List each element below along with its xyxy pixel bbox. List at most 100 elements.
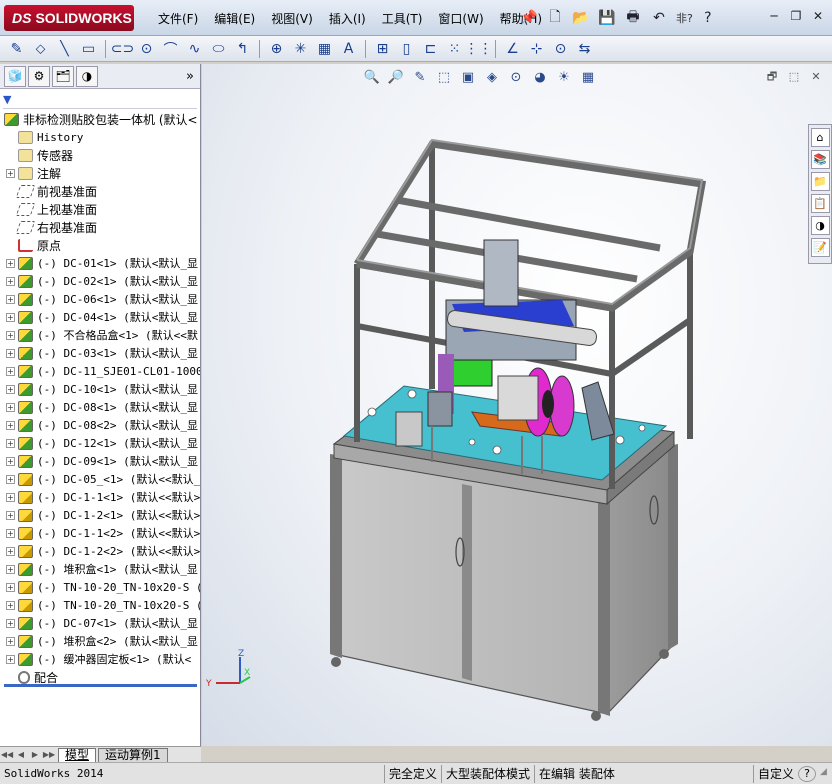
ellipse-icon[interactable]: ⬭ [208, 39, 229, 59]
repair-icon[interactable]: ⊙ [550, 39, 571, 59]
tree-item[interactable]: 上视基准面 [0, 200, 200, 218]
status-custom-units[interactable]: 自定义 [752, 764, 798, 783]
more-tabs-icon[interactable]: » [186, 69, 194, 84]
tree-item[interactable]: + (-) DC-08<1> (默认<默认_显 [0, 398, 200, 416]
relations-icon[interactable]: ⊹ [526, 39, 547, 59]
expand-icon[interactable]: + [6, 654, 15, 664]
spline-icon[interactable]: ∿ [184, 39, 205, 59]
tree-item[interactable]: + (-) DC-1-1<2> (默认<<默认> [0, 524, 200, 542]
angle-icon[interactable]: ∠ [502, 39, 523, 59]
expand-icon[interactable]: + [6, 528, 15, 538]
tree-horizontal-scrollbar[interactable] [4, 684, 197, 687]
open-folder-icon[interactable]: 📂 [570, 7, 592, 29]
smart-dimension-icon[interactable]: ✎ [6, 39, 27, 59]
centerpoint-icon[interactable]: ✳ [290, 39, 311, 59]
linear-pattern-icon[interactable]: ⋮⋮ [465, 39, 493, 59]
expand-icon[interactable]: + [6, 312, 15, 322]
undo-icon[interactable]: ↶ [648, 7, 670, 29]
status-help-icon[interactable]: ? [798, 765, 816, 782]
pattern-icon[interactable]: ⁙ [444, 39, 465, 59]
tree-item[interactable]: + (-) DC-1-2<1> (默认<<默认> [0, 506, 200, 524]
tree-item[interactable]: + (-) TN-10-20_TN-10x20-S (C [0, 596, 200, 614]
expand-icon[interactable]: + [6, 420, 15, 430]
tree-item[interactable]: + (-) DC-1-2<2> (默认<<默认> [0, 542, 200, 560]
tree-item[interactable]: + (-) DC-1-1<1> (默认<<默认> [0, 488, 200, 506]
offset-icon[interactable]: ▯ [396, 39, 417, 59]
menu-file[interactable]: 文件(F) [150, 9, 206, 29]
tree-item[interactable]: + (-) DC-07<1> (默认<默认_显 [0, 614, 200, 632]
menu-insert[interactable]: 插入(I) [321, 9, 374, 29]
minimize-button[interactable]: ─ [764, 7, 784, 25]
slot-icon[interactable]: ⊂⊃ [111, 39, 134, 59]
arc-icon[interactable]: ⌒ [160, 39, 181, 59]
line-icon[interactable]: ╲ [54, 39, 75, 59]
expand-icon[interactable]: + [6, 564, 15, 574]
prev-tab-icon[interactable]: ◀ [14, 750, 28, 762]
tree-item[interactable]: + (-) 不合格品盒<1> (默认<<默 [0, 326, 200, 344]
tree-item[interactable]: + (-) DC-03<1> (默认<默认_显 [0, 344, 200, 362]
expand-icon[interactable]: + [6, 384, 15, 394]
expand-icon[interactable]: + [6, 168, 15, 178]
print-icon[interactable]: 🖶 [622, 7, 644, 29]
grid-snap-icon[interactable]: ▦ [314, 39, 335, 59]
rectangle-icon[interactable]: ▭ [78, 39, 99, 59]
first-tab-icon[interactable]: ◀◀ [0, 750, 14, 762]
menu-tools[interactable]: 工具(T) [374, 9, 431, 29]
expand-icon[interactable]: + [6, 546, 15, 556]
expand-icon[interactable]: + [6, 330, 15, 340]
tree-item[interactable]: + (-) DC-02<1> (默认<默认_显 [0, 272, 200, 290]
expand-icon[interactable]: + [6, 402, 15, 412]
tree-root-assembly[interactable]: 非标检测贴胶包装一体机 (默认< [0, 110, 200, 128]
tree-item[interactable]: History [0, 128, 200, 146]
tree-item[interactable]: 传感器 [0, 146, 200, 164]
tree-item[interactable]: + (-) DC-01<1> (默认<默认_显 [0, 254, 200, 272]
expand-icon[interactable]: + [6, 438, 15, 448]
solidworks-logo[interactable]: DS SOLIDWORKS [4, 5, 134, 31]
filter-icon[interactable]: ▼ [3, 93, 11, 106]
next-tab-icon[interactable]: ▶ [28, 750, 42, 762]
expand-icon[interactable]: + [6, 366, 15, 376]
pin-icon[interactable]: 📌 [518, 7, 540, 29]
tree-item[interactable]: + (-) DC-09<1> (默认<默认_显 [0, 452, 200, 470]
help-icon[interactable]: ? [697, 7, 719, 29]
tree-item[interactable]: + (-) DC-08<2> (默认<默认_显 [0, 416, 200, 434]
point-icon[interactable]: ⊕ [266, 39, 287, 59]
tree-item[interactable]: 原点 [0, 236, 200, 254]
save-icon[interactable]: 💾 [596, 7, 618, 29]
menu-window[interactable]: 窗口(W) [430, 9, 491, 29]
tree-item[interactable]: + (-) DC-10<1> (默认<默认_显 [0, 380, 200, 398]
expand-icon[interactable]: + [6, 258, 15, 268]
tree-item[interactable]: + (-) 堆积盒<2> (默认<默认_显 [0, 632, 200, 650]
tree-item[interactable]: + (-) DC-11_SJE01-CL01-1000_ [0, 362, 200, 380]
configuration-manager-tab-icon[interactable]: 🗂 [52, 65, 74, 87]
expand-icon[interactable]: + [6, 294, 15, 304]
restore-button[interactable]: ❐ [786, 7, 806, 25]
eraser-icon[interactable]: ⬦ [30, 39, 51, 59]
text-icon[interactable]: A [338, 39, 359, 59]
quick-snaps-icon[interactable]: ⇆ [574, 39, 595, 59]
tree-item[interactable]: 右视基准面 [0, 218, 200, 236]
tree-item[interactable]: + (-) DC-04<1> (默认<默认_显 [0, 308, 200, 326]
tree-filter[interactable]: ▼ [3, 91, 197, 109]
expand-icon[interactable]: + [6, 492, 15, 502]
new-document-icon[interactable]: 🗋 [544, 7, 566, 29]
tree-item[interactable]: + (-) DC-12<1> (默认<默认_显 [0, 434, 200, 452]
display-manager-tab-icon[interactable]: ◑ [76, 65, 98, 87]
convert-icon[interactable]: ⊏ [420, 39, 441, 59]
expand-icon[interactable]: + [6, 456, 15, 466]
tree-item[interactable]: + (-) DC-06<1> (默认<默认_显 [0, 290, 200, 308]
circle-icon[interactable]: ⊙ [136, 39, 157, 59]
machine-model-view[interactable] [202, 64, 832, 746]
expand-icon[interactable]: + [6, 276, 15, 286]
tree-item[interactable]: + (-) 缓冲器固定板<1> (默认< [0, 650, 200, 668]
graphics-viewport[interactable]: 🔍 🔎 ✎ ⬚ ▣ ◈ ⊙ ◕ ☀ ▦ 🗗 ⬚ ✕ ⌂ 📚 📁 📋 ◑ 📝 Z … [202, 64, 832, 746]
search-hint[interactable]: 非? [676, 10, 693, 26]
last-tab-icon[interactable]: ▶▶ [42, 750, 56, 762]
tree-item[interactable]: + (-) TN-10-20_TN-10x20-S (C [0, 578, 200, 596]
expand-icon[interactable]: + [6, 618, 15, 628]
expand-icon[interactable]: + [6, 600, 15, 610]
tab-model[interactable]: 模型 [58, 748, 97, 763]
feature-tree-tab-icon[interactable]: 🧊 [4, 65, 26, 87]
fillet-icon[interactable]: ↰ [232, 39, 253, 59]
tree-item[interactable]: 前视基准面 [0, 182, 200, 200]
